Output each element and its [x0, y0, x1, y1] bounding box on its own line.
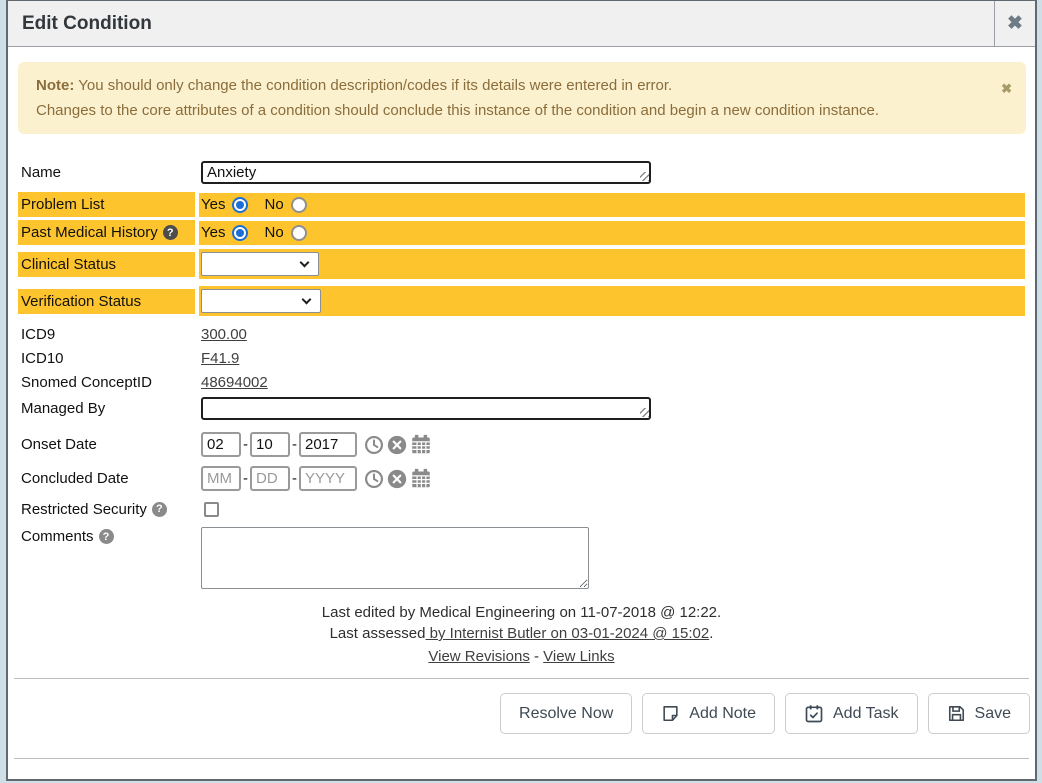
- task-calendar-icon: [804, 704, 824, 724]
- snomed-link[interactable]: 48694002: [201, 374, 268, 391]
- pmh-no-radio[interactable]: [291, 225, 307, 241]
- snomed-label: Snomed ConceptID: [18, 370, 195, 394]
- verification-status-label: Verification Status: [18, 289, 195, 314]
- name-input[interactable]: [201, 161, 651, 184]
- condition-form: Name Problem List Yes No Past Medical Hi…: [18, 158, 1025, 592]
- concluded-date-row: Concluded Date - -: [18, 463, 1025, 494]
- banner-dismiss-icon[interactable]: ✖: [1001, 76, 1012, 101]
- divider: [14, 758, 1029, 759]
- note-label: Note:: [36, 77, 74, 94]
- onset-day-input[interactable]: [250, 432, 290, 457]
- dialog-header: Edit Condition ✖: [8, 1, 1035, 47]
- view-links-line: View Revisions - View Links: [8, 646, 1035, 667]
- banner-line2: Changes to the core attributes of a cond…: [36, 98, 986, 123]
- add-note-button[interactable]: Add Note: [642, 693, 775, 734]
- comments-textarea[interactable]: [201, 527, 589, 589]
- clinical-status-row: Clinical Status: [18, 249, 1025, 279]
- verification-status-row: Verification Status: [18, 286, 1025, 316]
- onset-date-label: Onset Date: [18, 432, 195, 457]
- help-icon[interactable]: ?: [99, 529, 114, 544]
- name-row: Name: [18, 158, 1025, 187]
- add-task-button[interactable]: Add Task: [785, 693, 918, 734]
- concluded-day-input[interactable]: [250, 466, 290, 491]
- concluded-year-input[interactable]: [299, 466, 357, 491]
- past-medical-history-row: Past Medical History? Yes No: [18, 220, 1025, 245]
- icd9-row: ICD9 300.00: [18, 322, 1025, 346]
- close-button[interactable]: ✖: [994, 1, 1035, 47]
- last-assessed-text: Last assessed by Internist Butler on 03-…: [8, 623, 1035, 644]
- clear-date-icon[interactable]: [387, 435, 407, 455]
- managed-by-label: Managed By: [18, 396, 195, 421]
- icd9-link[interactable]: 300.00: [201, 326, 247, 343]
- save-button[interactable]: Save: [928, 693, 1030, 734]
- problem-list-no-radio[interactable]: [291, 197, 307, 213]
- icd9-label: ICD9: [18, 322, 195, 346]
- onset-date-row: Onset Date - -: [18, 429, 1025, 460]
- save-icon: [947, 704, 966, 723]
- calendar-icon[interactable]: [410, 468, 432, 489]
- edit-condition-dialog: Edit Condition ✖ Note: You should only c…: [6, 0, 1037, 781]
- restricted-security-label: Restricted Security: [21, 501, 147, 518]
- banner-line1: Note: You should only change the conditi…: [36, 73, 986, 98]
- clear-date-icon[interactable]: [387, 469, 407, 489]
- restricted-security-row: Restricted Security?: [18, 497, 1025, 521]
- clock-icon[interactable]: [364, 469, 384, 489]
- view-links-link[interactable]: View Links: [543, 648, 614, 665]
- help-icon[interactable]: ?: [163, 225, 178, 240]
- onset-year-input[interactable]: [299, 432, 357, 457]
- problem-list-row: Problem List Yes No: [18, 192, 1025, 217]
- view-revisions-link[interactable]: View Revisions: [428, 648, 529, 665]
- pmh-yes-radio[interactable]: [232, 225, 248, 241]
- last-assessed-link[interactable]: by Internist Butler on 03-01-2024 @ 15:0…: [425, 625, 709, 642]
- verification-status-select[interactable]: [201, 289, 321, 313]
- resolve-now-button[interactable]: Resolve Now: [500, 693, 632, 734]
- audit-info: Last edited by Medical Engineering on 11…: [8, 602, 1035, 667]
- icd10-label: ICD10: [18, 346, 195, 370]
- name-label: Name: [18, 160, 195, 185]
- last-edited-text: Last edited by Medical Engineering on 11…: [8, 602, 1035, 623]
- action-buttons: Resolve Now Add Note Add Task Save: [8, 679, 1035, 734]
- pmh-no-label: No: [264, 224, 283, 241]
- concluded-date-label: Concluded Date: [18, 466, 195, 491]
- problem-list-label: Problem List: [18, 192, 195, 217]
- snomed-row: Snomed ConceptID 48694002: [18, 370, 1025, 394]
- problem-list-yes-label: Yes: [201, 196, 225, 213]
- icd10-row: ICD10 F41.9: [18, 346, 1025, 370]
- help-icon[interactable]: ?: [152, 502, 167, 517]
- past-medical-history-label: Past Medical History: [21, 224, 158, 241]
- close-icon: ✖: [1007, 12, 1023, 35]
- concluded-month-input[interactable]: [201, 466, 241, 491]
- calendar-icon[interactable]: [410, 434, 432, 455]
- chevron-down-icon: [302, 295, 312, 305]
- clock-icon[interactable]: [364, 435, 384, 455]
- comments-row: Comments?: [18, 524, 1025, 592]
- dialog-title: Edit Condition: [8, 13, 994, 35]
- managed-by-row: Managed By: [18, 394, 1025, 423]
- managed-by-input[interactable]: [201, 397, 651, 420]
- clinical-status-select[interactable]: [201, 252, 319, 276]
- icd10-link[interactable]: F41.9: [201, 350, 239, 367]
- comments-label: Comments: [21, 528, 94, 545]
- problem-list-yes-radio[interactable]: [232, 197, 248, 213]
- warning-banner: Note: You should only change the conditi…: [18, 62, 1026, 134]
- problem-list-no-label: No: [264, 196, 283, 213]
- restricted-security-checkbox[interactable]: [204, 502, 219, 517]
- pmh-yes-label: Yes: [201, 224, 225, 241]
- onset-month-input[interactable]: [201, 432, 241, 457]
- note-icon: [661, 704, 680, 723]
- chevron-down-icon: [300, 258, 310, 268]
- clinical-status-label: Clinical Status: [18, 252, 195, 277]
